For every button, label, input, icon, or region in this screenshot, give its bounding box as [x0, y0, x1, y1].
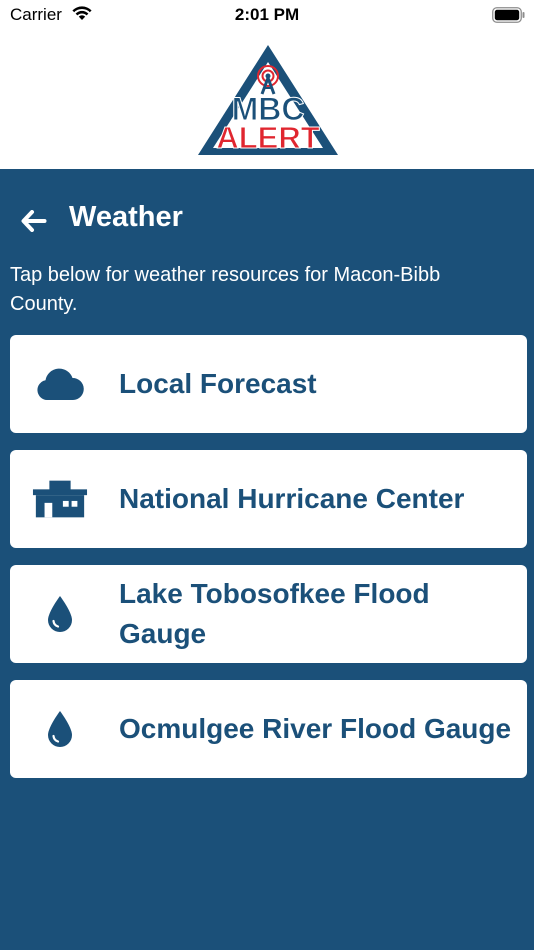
back-button[interactable] [18, 207, 50, 235]
national-hurricane-center-button[interactable]: National Hurricane Center [10, 450, 527, 548]
nav-header: Weather [0, 199, 534, 239]
building-icon [32, 450, 88, 548]
mbc-alert-logo: MBC ALERT [195, 42, 341, 163]
water-drop-icon [32, 680, 88, 778]
national-hurricane-center-label: National Hurricane Center [119, 483, 465, 514]
arrow-left-icon [21, 210, 47, 232]
weather-screen: Weather Tap below for weather resources … [0, 169, 534, 950]
water-drop-icon [32, 565, 88, 663]
intro-text: Tap below for weather resources for Maco… [10, 264, 441, 315]
battery-icon [492, 7, 526, 28]
local-forecast-label: Local Forecast [119, 368, 317, 399]
ocmulgee-river-flood-gauge-button[interactable]: Ocmulgee River Flood Gauge [10, 680, 527, 778]
local-forecast-button[interactable]: Local Forecast [10, 335, 527, 433]
logo-text-alert: ALERT [216, 120, 319, 155]
top-header-area: Carrier 2:01 PM MBC ALERT [0, 0, 534, 169]
lake-tobosofkee-flood-gauge-label: Lake Tobosofkee Flood Gauge [119, 578, 430, 649]
page-title: Weather [69, 201, 183, 233]
cloud-icon [32, 335, 88, 433]
status-bar: Carrier 2:01 PM [0, 0, 534, 30]
clock-time: 2:01 PM [234, 5, 300, 24]
ocmulgee-river-flood-gauge-label: Ocmulgee River Flood Gauge [119, 713, 512, 744]
lake-tobosofkee-flood-gauge-button[interactable]: Lake Tobosofkee Flood Gauge [10, 565, 527, 663]
